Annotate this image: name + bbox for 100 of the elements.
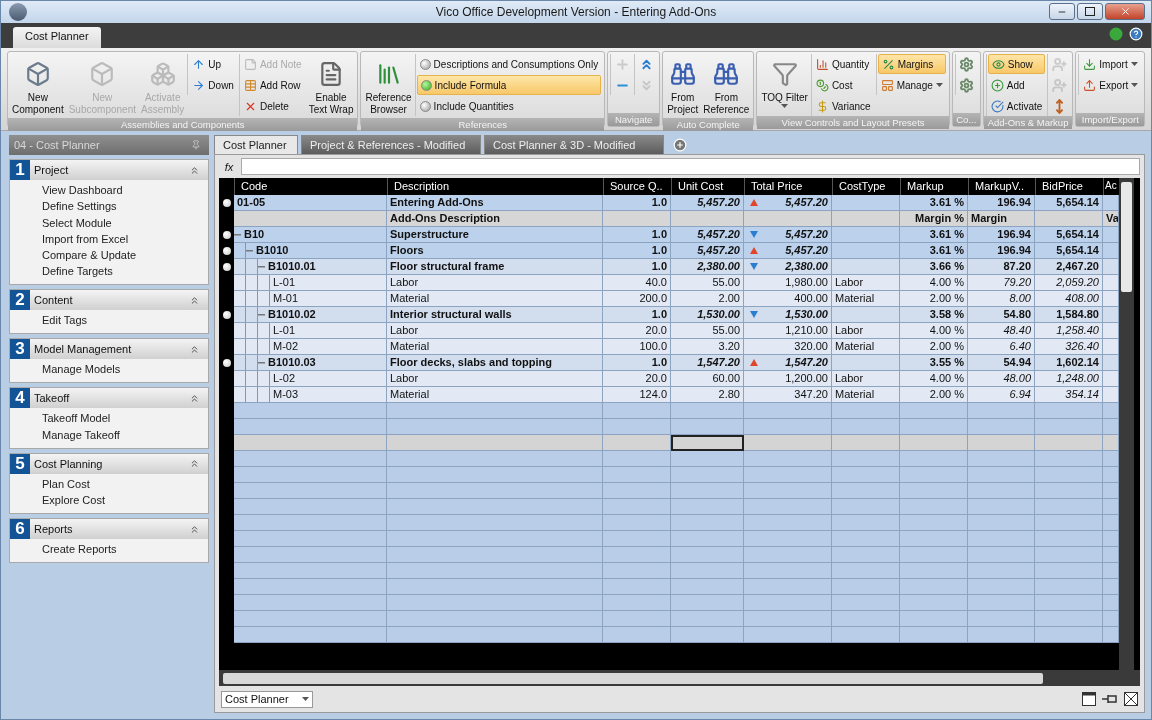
ribbon-tab[interactable]: Cost Planner bbox=[13, 27, 101, 48]
table-cell[interactable] bbox=[387, 627, 603, 643]
code-text: M-03 bbox=[272, 387, 299, 402]
section-header[interactable]: 1 Project bbox=[10, 160, 208, 180]
table-cell[interactable] bbox=[832, 627, 900, 643]
table-cell[interactable] bbox=[671, 419, 744, 435]
price-text: 5,457.20 bbox=[785, 227, 828, 242]
price-text: 1,547.20 bbox=[785, 355, 828, 370]
close-icon bbox=[1119, 6, 1131, 17]
sidebar-link[interactable]: Import from Excel bbox=[42, 232, 208, 246]
radio-option[interactable]: Include Formula bbox=[416, 75, 602, 95]
document-tab[interactable]: Project & References - Modified bbox=[301, 135, 481, 154]
sidebar-link[interactable]: Manage Takeoff bbox=[42, 428, 208, 442]
collapse-icon[interactable] bbox=[189, 344, 200, 355]
sidebar-link[interactable]: Create Reports bbox=[42, 543, 208, 557]
group-label: Import/Export bbox=[1076, 113, 1145, 126]
group-label: References bbox=[361, 118, 605, 131]
table-cell[interactable] bbox=[1035, 627, 1103, 643]
section-header[interactable]: 5 Cost Planning bbox=[10, 453, 208, 474]
close-icon[interactable] bbox=[1124, 692, 1138, 706]
ribbon-button[interactable]: Quantity bbox=[812, 54, 874, 74]
ribbon-button[interactable]: Cost bbox=[812, 75, 874, 95]
code-text: 01-05 bbox=[236, 195, 266, 210]
box-icon bbox=[24, 61, 51, 87]
sidebar-link[interactable]: Plan Cost bbox=[42, 477, 208, 491]
document-tab[interactable]: Cost Planner & 3D - Modified bbox=[484, 135, 664, 154]
ribbon-button[interactable]: Delete bbox=[240, 96, 305, 116]
add-tab-icon[interactable] bbox=[673, 138, 687, 152]
window-icon[interactable] bbox=[1082, 692, 1096, 706]
ribbon-button[interactable]: Margins bbox=[877, 54, 946, 74]
box-icon bbox=[89, 61, 116, 87]
ribbon-button[interactable]: TOQ Filter bbox=[759, 54, 810, 110]
code-text: L-02 bbox=[272, 371, 296, 386]
sidebar-link[interactable]: View Dashboard bbox=[42, 184, 208, 197]
sidebar-link[interactable]: Explore Cost bbox=[42, 494, 208, 508]
coins-icon bbox=[815, 78, 829, 92]
ribbon-button[interactable]: From Reference bbox=[701, 54, 752, 118]
ribbon-button[interactable]: Variance bbox=[812, 96, 874, 116]
formula-field[interactable] bbox=[241, 158, 1140, 175]
table-cell[interactable] bbox=[744, 627, 832, 643]
ribbon-button[interactable]: Import bbox=[1080, 54, 1142, 74]
upload-icon bbox=[1083, 78, 1097, 92]
ribbon-button[interactable]: Reference Browser bbox=[363, 54, 414, 118]
table-cell[interactable] bbox=[968, 627, 1035, 643]
ribbon-button[interactable]: Activate bbox=[987, 96, 1046, 116]
maximize-icon bbox=[1085, 7, 1095, 16]
table-cell[interactable] bbox=[234, 627, 387, 643]
collapse-icon[interactable] bbox=[189, 393, 200, 404]
pin-icon[interactable] bbox=[1102, 692, 1118, 706]
section-title: Content bbox=[33, 294, 74, 307]
collapse-icon[interactable] bbox=[189, 458, 200, 470]
collapse-icon[interactable] bbox=[189, 164, 200, 176]
maximize-button[interactable] bbox=[1077, 3, 1103, 20]
section-header[interactable]: 3 Model Management bbox=[10, 339, 208, 360]
code-text: B1010.02 bbox=[267, 307, 316, 322]
help-icon[interactable] bbox=[1129, 27, 1143, 41]
collapse-icon[interactable] bbox=[189, 295, 200, 306]
horizontal-scrollbar[interactable] bbox=[219, 670, 1140, 686]
step-number: 4 bbox=[10, 388, 30, 409]
ribbon-button[interactable]: From Project bbox=[665, 54, 701, 118]
price-text: 2,380.00 bbox=[785, 259, 828, 274]
ribbon-button[interactable]: Show bbox=[987, 54, 1046, 74]
table-cell[interactable] bbox=[671, 627, 744, 643]
sidebar-link[interactable]: Define Settings bbox=[42, 200, 208, 214]
sidebar-link[interactable]: Select Module bbox=[42, 216, 208, 230]
view-dropdown[interactable]: Cost Planner bbox=[221, 690, 313, 708]
percent-icon bbox=[881, 57, 895, 71]
ribbon-button[interactable]: Export bbox=[1080, 75, 1142, 95]
sidebar-link[interactable]: Takeoff Model bbox=[42, 412, 208, 426]
ribbon-button[interactable]: Down bbox=[189, 75, 237, 95]
ribbon-button[interactable]: Enable Text Wrap bbox=[306, 54, 356, 118]
ribbon-button[interactable]: New Component bbox=[10, 54, 66, 118]
code-text: M-02 bbox=[272, 339, 299, 354]
eye-icon bbox=[991, 57, 1005, 71]
circle-icon[interactable] bbox=[1109, 27, 1123, 41]
section-header[interactable]: 2 Content bbox=[10, 290, 208, 311]
step-number: 2 bbox=[10, 290, 30, 311]
table-cell[interactable] bbox=[603, 627, 671, 643]
group-label: Navigate bbox=[608, 113, 660, 126]
table-cell[interactable] bbox=[900, 627, 968, 643]
minimize-button[interactable] bbox=[1049, 3, 1075, 20]
sidebar-link[interactable]: Define Targets bbox=[42, 265, 208, 279]
document-tab[interactable]: Cost Planner bbox=[214, 135, 298, 154]
sidebar-link[interactable]: Manage Models bbox=[42, 363, 208, 377]
radio-option[interactable]: Descriptions and Consumptions Only bbox=[416, 54, 602, 74]
app-menu-button[interactable] bbox=[9, 3, 27, 21]
section-title: Takeoff bbox=[33, 392, 71, 405]
ribbon-button[interactable]: Up bbox=[189, 54, 237, 74]
radio-option[interactable]: Include Quantities bbox=[416, 96, 602, 116]
sidebar-link[interactable]: Edit Tags bbox=[42, 314, 208, 328]
sidebar-link[interactable]: Compare & Update bbox=[42, 249, 208, 263]
table-cell[interactable] bbox=[671, 435, 744, 451]
vertical-scrollbar[interactable] bbox=[1119, 178, 1134, 670]
ribbon-button[interactable]: Manage bbox=[877, 75, 946, 95]
ribbon-button[interactable]: Add bbox=[987, 75, 1046, 95]
section-title: Model Management bbox=[33, 343, 133, 356]
section-header[interactable]: 6 Reports bbox=[10, 519, 208, 540]
ribbon-button[interactable]: Add Row bbox=[240, 75, 305, 95]
section-header[interactable]: 4 Takeoff bbox=[10, 388, 208, 409]
collapse-icon[interactable] bbox=[189, 523, 200, 535]
